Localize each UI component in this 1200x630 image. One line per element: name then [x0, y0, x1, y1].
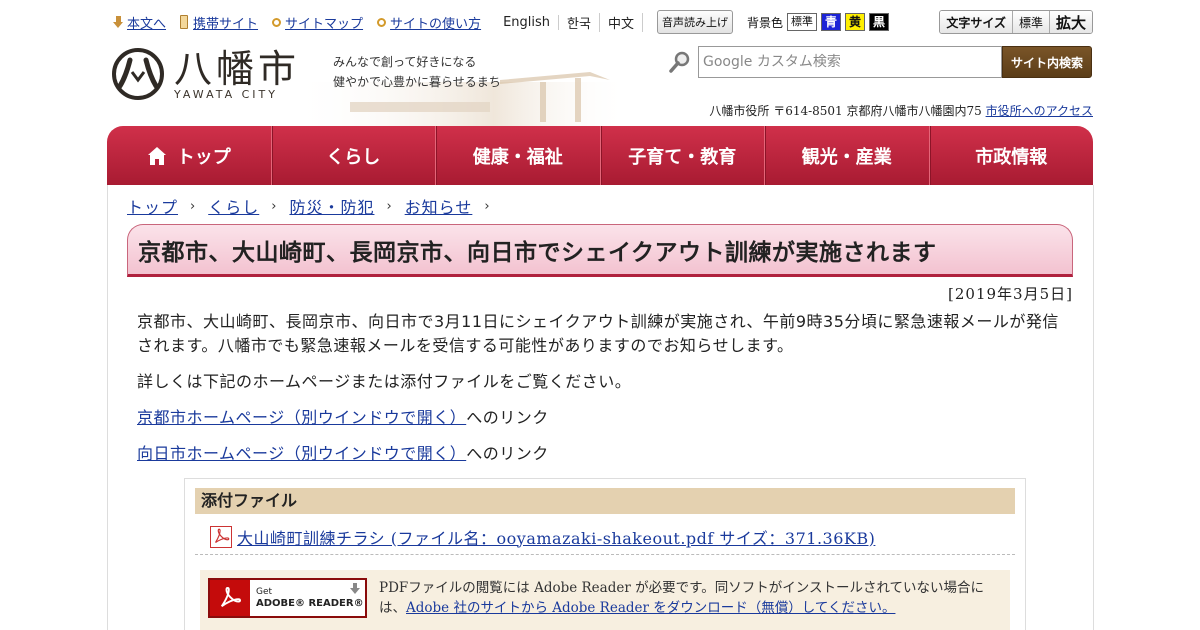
tagline: みんなで創って好きになる 健やかで心豊かに暮らせるまち: [333, 55, 501, 89]
skip-to-content-link[interactable]: 本文へ: [113, 13, 166, 32]
paragraph: 京都市、大山崎町、長岡京市、向日市で3月11日にシェイクアウト訓練が実施され、午…: [137, 312, 1059, 355]
nav-health-welfare[interactable]: 健康・福祉: [435, 126, 600, 185]
adobe-download-link[interactable]: Adobe 社のサイトから Adobe Reader をダウンロード（無償）して…: [406, 600, 895, 616]
page-title-box: 京都市、大山崎町、長岡京市、向日市でシェイクアウト訓練が実施されます: [127, 224, 1073, 277]
breadcrumb-news[interactable]: お知らせ: [405, 194, 473, 218]
bg-blue-button[interactable]: 青: [820, 13, 841, 31]
search-area: サイト内検索: [668, 46, 1093, 78]
font-size-label: 文字サイズ: [940, 11, 1012, 33]
reader-notice-text: PDFファイルの閲覧には Adobe Reader が必要です。同ソフトがインス…: [379, 580, 985, 616]
muko-city-link[interactable]: 向日市ホームページ（別ウインドウで開く）: [137, 444, 466, 463]
pdf-icon: [210, 525, 232, 548]
global-nav: トップ くらし 健康・福祉 子育て・教育 観光・産業 市政情報: [107, 126, 1093, 185]
city-emblem-icon: [112, 48, 164, 100]
nav-top[interactable]: トップ: [107, 126, 271, 185]
bg-black-button[interactable]: 黒: [869, 13, 890, 31]
bullet-circle-icon: [377, 17, 387, 27]
site-logo[interactable]: 八幡市 YAWATA CITY: [110, 46, 300, 102]
voice-reader-button[interactable]: 音声読み上げ: [656, 10, 733, 34]
font-standard-button[interactable]: 標準: [1011, 11, 1049, 33]
chevron-right-icon: ›: [271, 198, 278, 214]
mobile-site-link[interactable]: 携帯サイト: [180, 13, 258, 32]
attachment-file-link[interactable]: 大山崎町訓練チラシ (ファイル名：ooyamazaki-shakeout.pdf…: [237, 525, 875, 549]
bg-yellow-button[interactable]: 黄: [844, 13, 865, 31]
breadcrumb-disaster[interactable]: 防災・防犯: [289, 194, 374, 218]
magnifier-icon: [669, 51, 690, 73]
search-input[interactable]: [698, 46, 1002, 78]
lang-english[interactable]: English: [495, 14, 560, 30]
get-adobe-reader-button[interactable]: Get ADOBE® READER®: [208, 578, 367, 618]
breadcrumb-top[interactable]: トップ: [127, 194, 178, 218]
bullet-circle-icon: [272, 17, 282, 27]
chevron-right-icon: ›: [386, 198, 393, 214]
chevron-right-icon: ›: [190, 198, 197, 214]
adobe-logo-icon: [210, 580, 250, 616]
mobile-phone-icon: [180, 15, 189, 29]
bg-standard-button[interactable]: 標準: [786, 13, 817, 31]
font-size-controls: 文字サイズ 標準 拡大: [939, 10, 1093, 34]
download-arrow-icon: [350, 583, 360, 594]
link-line: 京都市ホームページ（別ウインドウで開く）へのリンク: [137, 408, 549, 427]
bg-color-label: 背景色: [746, 15, 783, 30]
font-enlarge-button[interactable]: 拡大: [1048, 11, 1092, 33]
kyoto-city-link[interactable]: 京都市ホームページ（別ウインドウで開く）: [137, 408, 466, 427]
utility-bar: 本文へ 携帯サイト サイトマップ サイトの使い方 English 한국 中文 音…: [113, 10, 1093, 34]
download-arrow-icon: [113, 16, 124, 28]
attachment-heading: 添付ファイル: [195, 488, 1015, 514]
lang-korean[interactable]: 한국: [559, 12, 600, 32]
attachment-row: 大山崎町訓練チラシ (ファイル名：ooyamazaki-shakeout.pdf…: [195, 519, 1015, 555]
nav-city-info[interactable]: 市政情報: [928, 126, 1094, 185]
nav-childcare-education[interactable]: 子育て・教育: [599, 126, 765, 185]
paragraph: 詳しくは下記のホームページまたは添付ファイルをご覧ください。: [137, 372, 632, 391]
breadcrumb-living[interactable]: くらし: [208, 194, 259, 218]
logo-title: 八幡市: [174, 46, 301, 91]
chevron-right-icon: ›: [484, 198, 491, 214]
office-address: 八幡市役所 〒614-8501 京都府八幡市八幡園内75 市役所へのアクセス: [709, 104, 1093, 118]
access-link[interactable]: 市役所へのアクセス: [986, 104, 1093, 118]
page-title: 京都市、大山崎町、長岡京市、向日市でシェイクアウト訓練が実施されます: [138, 239, 937, 266]
nav-living[interactable]: くらし: [270, 126, 436, 185]
breadcrumb: トップ › くらし › 防災・防犯 › お知らせ ›: [127, 194, 503, 218]
site-howto-link[interactable]: サイトの使い方: [377, 13, 481, 32]
attachment-box: 添付ファイル 大山崎町訓練チラシ (ファイル名：ooyamazaki-shake…: [184, 478, 1026, 630]
home-icon: [147, 146, 166, 165]
site-search-button[interactable]: サイト内検索: [1002, 46, 1093, 78]
publish-date: [2019年3月5日]: [948, 285, 1073, 303]
sitemap-link[interactable]: サイトマップ: [272, 13, 363, 32]
article-body: 京都市、大山崎町、長岡京市、向日市で3月11日にシェイクアウト訓練が実施され、午…: [137, 310, 1067, 478]
adobe-reader-notice: Get ADOBE® READER® PDFファイルの閲覧には Adobe Re…: [200, 570, 1010, 630]
nav-tourism-industry[interactable]: 観光・産業: [764, 126, 929, 185]
lang-chinese[interactable]: 中文: [600, 12, 643, 32]
link-line: 向日市ホームページ（別ウインドウで開く）へのリンク: [137, 444, 549, 463]
